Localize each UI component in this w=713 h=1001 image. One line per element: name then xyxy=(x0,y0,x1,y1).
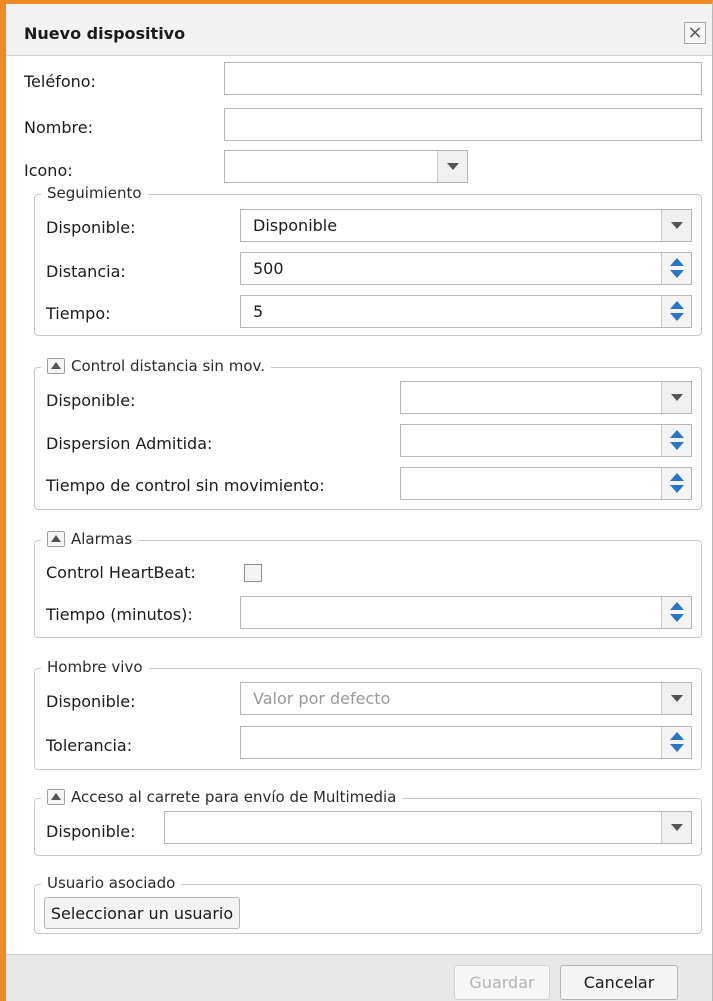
dialog-title: Nuevo dispositivo xyxy=(24,24,186,43)
seguimiento-disponible-select[interactable]: Disponible xyxy=(240,209,692,242)
usuario-legend: Usuario asociado xyxy=(41,874,182,892)
spin-up-icon[interactable] xyxy=(669,470,684,484)
spin-down-icon[interactable] xyxy=(669,440,684,454)
spin-down-icon[interactable] xyxy=(669,311,684,325)
tolerancia-label: Tolerancia: xyxy=(46,736,133,755)
chevron-down-icon[interactable] xyxy=(661,382,691,413)
distancia-label: Distancia: xyxy=(46,262,126,281)
distancia-spinner[interactable]: 500 xyxy=(240,252,692,285)
distancia-value: 500 xyxy=(253,259,284,278)
chevron-down-icon[interactable] xyxy=(661,812,691,843)
alarmas-tiempo-spinner[interactable] xyxy=(240,596,692,629)
spin-down-icon[interactable] xyxy=(669,742,684,756)
spinner-arrows xyxy=(661,296,691,327)
dialog-footer: Guardar Cancelar xyxy=(6,954,712,1001)
spin-up-icon[interactable] xyxy=(669,255,684,269)
carrete-disponible-select[interactable] xyxy=(164,811,692,844)
dialog-window: Nuevo dispositivo × Teléfono: Nombre: Ic… xyxy=(0,0,713,1001)
control-distancia-legend: Control distancia sin mov. xyxy=(41,357,271,375)
dialog-titlebar[interactable]: Nuevo dispositivo × xyxy=(6,4,712,56)
telefono-label: Teléfono: xyxy=(24,72,96,91)
spin-up-icon[interactable] xyxy=(669,599,684,613)
dispersion-spinner[interactable] xyxy=(400,424,692,457)
chevron-down-icon[interactable] xyxy=(661,210,691,241)
usuario-legend-text: Usuario asociado xyxy=(47,874,176,892)
hombre-vivo-legend: Hombre vivo xyxy=(41,658,149,676)
spinner-arrows xyxy=(661,727,691,758)
heartbeat-checkbox[interactable] xyxy=(244,564,262,582)
tiempo-value: 5 xyxy=(253,302,264,321)
hombre-vivo-legend-text: Hombre vivo xyxy=(47,658,143,676)
spinner-arrows xyxy=(661,597,691,628)
collapse-icon[interactable] xyxy=(47,789,65,805)
tiempo-control-spinner[interactable] xyxy=(400,467,692,500)
carrete-legend: Acceso al carrete para envío de Multimed… xyxy=(41,788,403,806)
seguimiento-disponible-value: Disponible xyxy=(253,216,338,235)
control-disponible-select[interactable] xyxy=(400,381,692,414)
select-user-button[interactable]: Seleccionar un usuario xyxy=(44,897,240,929)
collapse-icon[interactable] xyxy=(47,358,65,374)
tolerancia-spinner[interactable] xyxy=(240,726,692,759)
collapse-icon[interactable] xyxy=(47,531,65,547)
dispersion-label: Dispersion Admitida: xyxy=(46,434,213,453)
nombre-label: Nombre: xyxy=(24,118,93,137)
nombre-input[interactable] xyxy=(224,108,702,141)
seguimiento-disponible-label: Disponible: xyxy=(46,218,136,237)
spinner-arrows xyxy=(661,468,691,499)
seguimiento-legend: Seguimiento xyxy=(41,184,148,202)
carrete-legend-text: Acceso al carrete para envío de Multimed… xyxy=(71,788,397,806)
cancel-button[interactable]: Cancelar xyxy=(560,965,678,1000)
icono-select[interactable] xyxy=(224,150,468,183)
chevron-down-icon[interactable] xyxy=(661,683,691,714)
spinner-arrows xyxy=(661,425,691,456)
control-disponible-label: Disponible: xyxy=(46,391,136,410)
spin-down-icon[interactable] xyxy=(669,483,684,497)
alarmas-tiempo-label: Tiempo (minutos): xyxy=(46,605,193,624)
spin-up-icon[interactable] xyxy=(669,729,684,743)
telefono-input[interactable] xyxy=(224,62,702,95)
carrete-disponible-label: Disponible: xyxy=(46,822,136,841)
tiempo-spinner[interactable]: 5 xyxy=(240,295,692,328)
spin-up-icon[interactable] xyxy=(669,427,684,441)
control-distancia-legend-text: Control distancia sin mov. xyxy=(71,357,265,375)
hombre-vivo-disponible-label: Disponible: xyxy=(46,692,136,711)
tiempo-control-label: Tiempo de control sin movimiento: xyxy=(46,476,325,495)
hombre-vivo-disponible-placeholder: Valor por defecto xyxy=(253,689,391,708)
close-icon[interactable]: × xyxy=(684,22,706,44)
save-button[interactable]: Guardar xyxy=(454,965,550,1000)
chevron-down-icon[interactable] xyxy=(437,151,467,182)
seguimiento-legend-text: Seguimiento xyxy=(47,184,142,202)
spin-down-icon[interactable] xyxy=(669,268,684,282)
spinner-arrows xyxy=(661,253,691,284)
hombre-vivo-disponible-select[interactable]: Valor por defecto xyxy=(240,682,692,715)
spin-up-icon[interactable] xyxy=(669,298,684,312)
spin-down-icon[interactable] xyxy=(669,612,684,626)
heartbeat-label: Control HeartBeat: xyxy=(46,563,196,582)
tiempo-label: Tiempo: xyxy=(46,304,111,323)
icono-label: Icono: xyxy=(24,161,73,180)
alarmas-legend-text: Alarmas xyxy=(71,530,133,548)
alarmas-legend: Alarmas xyxy=(41,530,139,548)
